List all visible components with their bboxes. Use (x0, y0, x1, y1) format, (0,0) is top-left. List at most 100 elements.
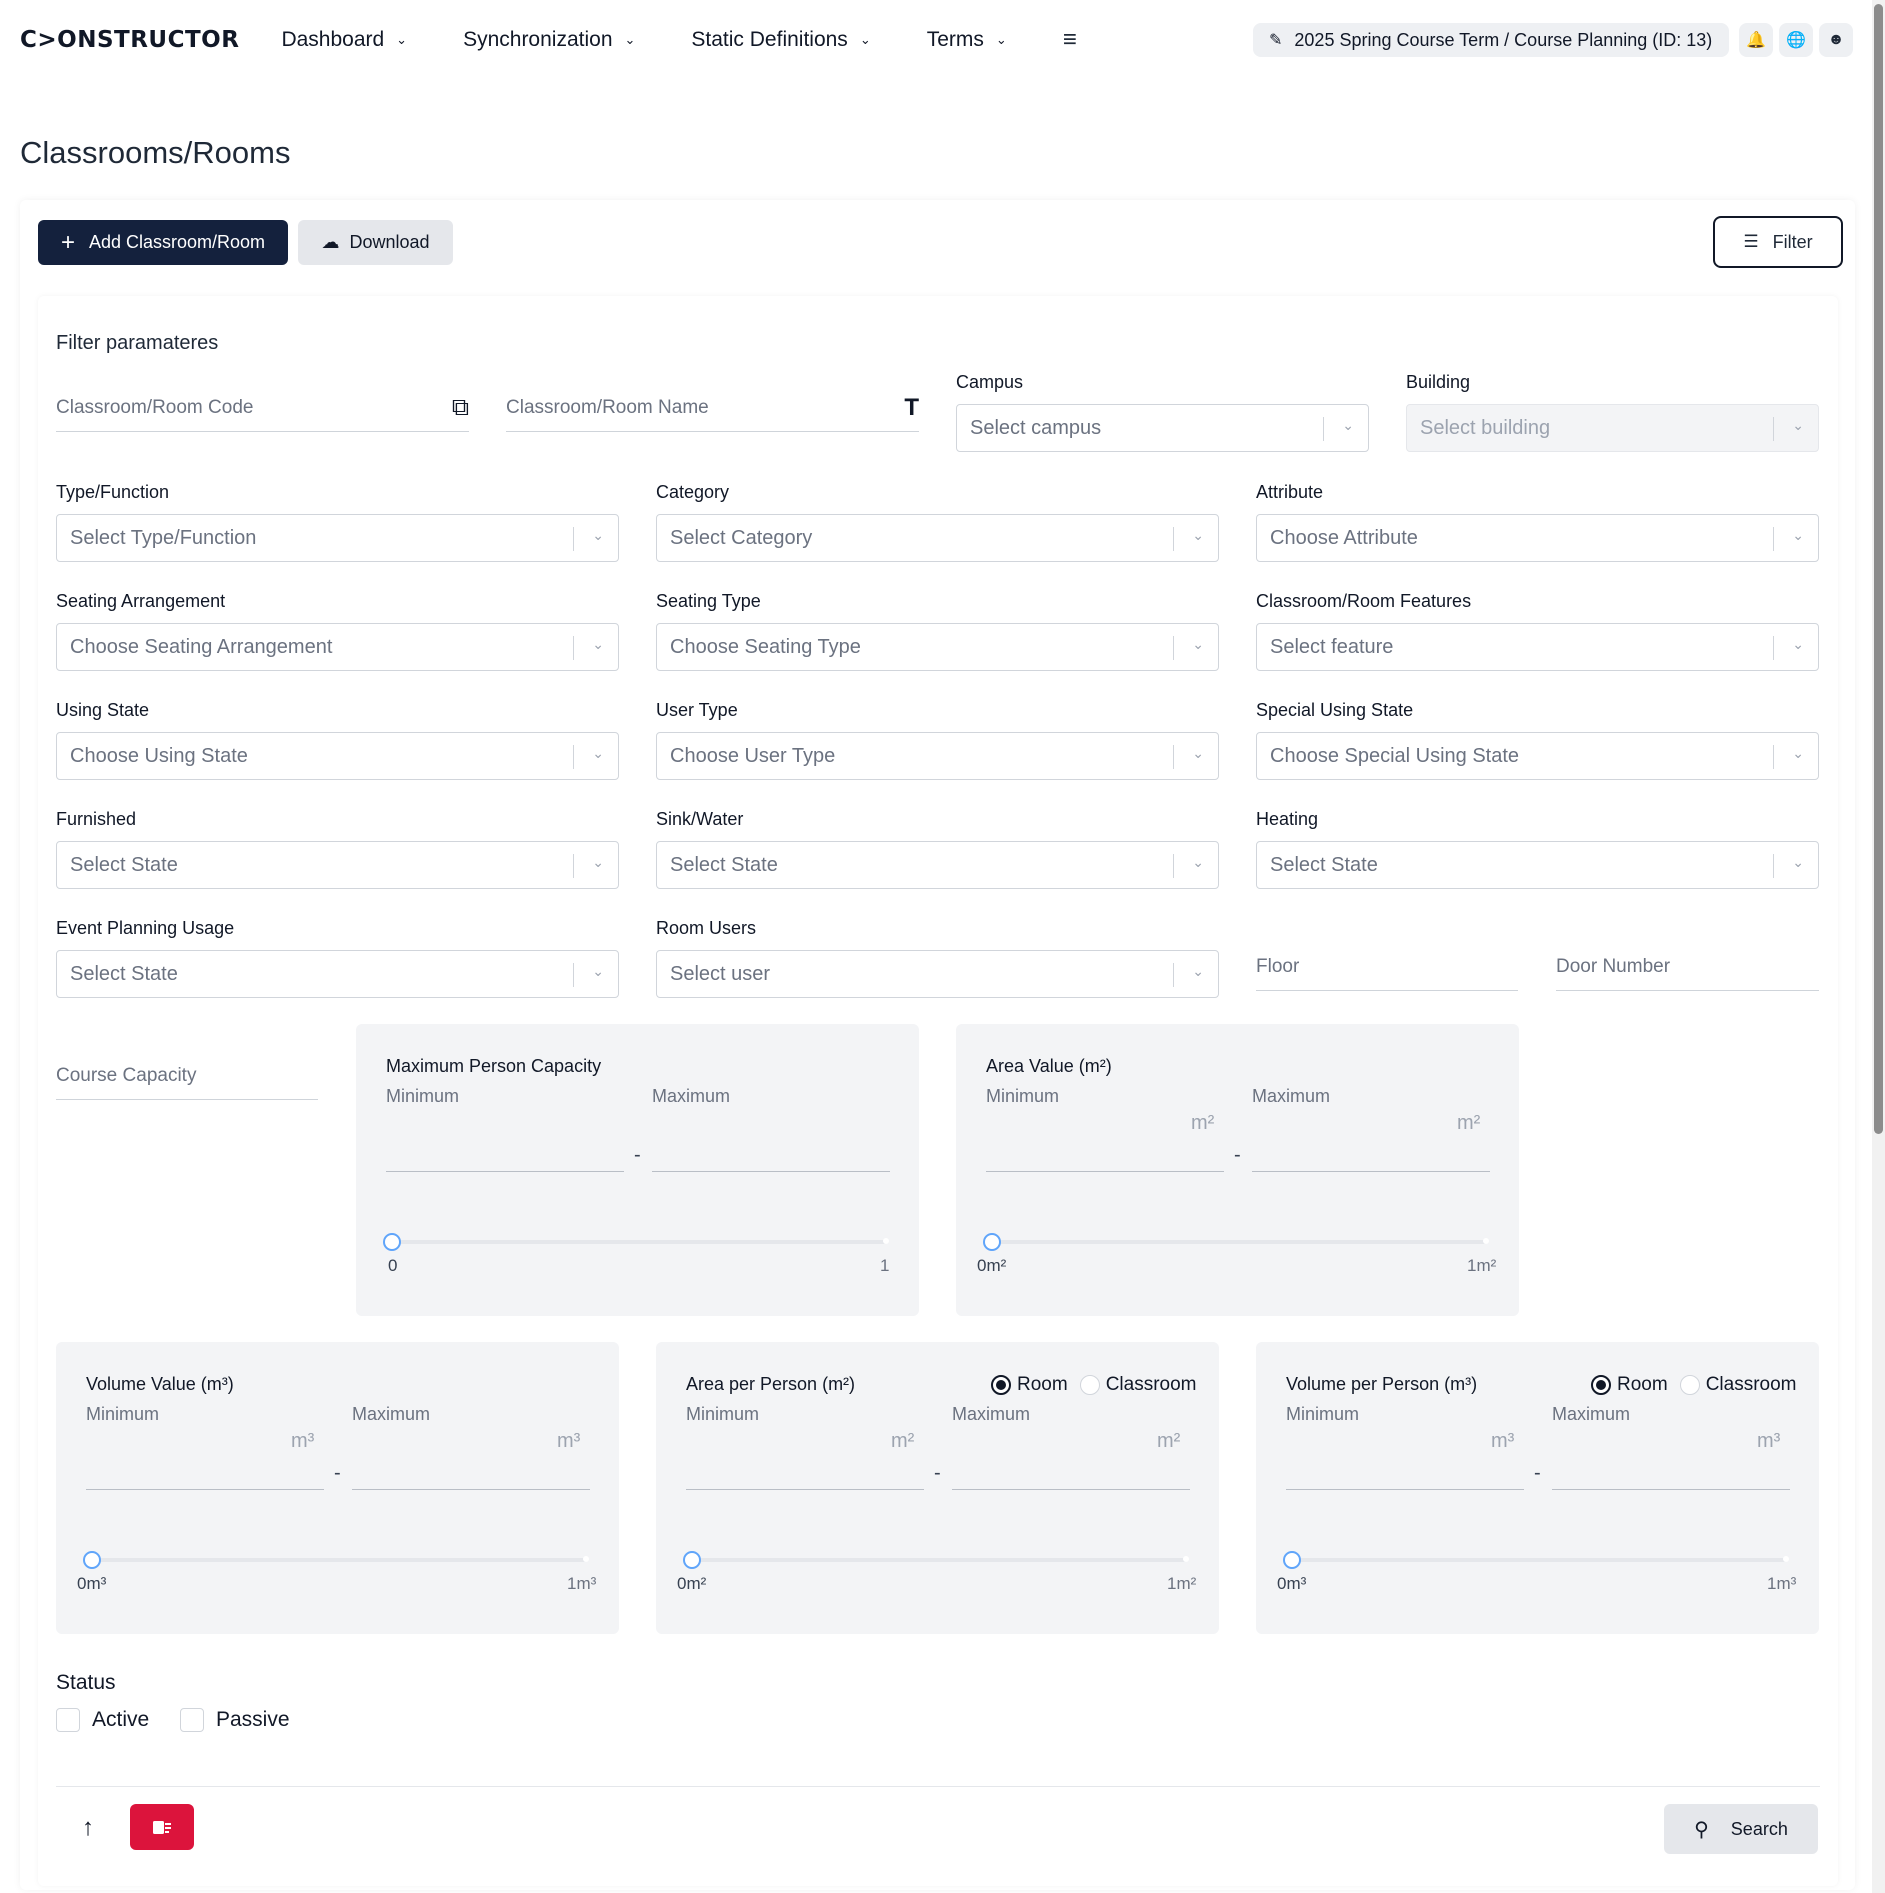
nav-terms[interactable]: Terms ⌄ (927, 28, 1007, 52)
search-button[interactable]: ⚲ Search (1664, 1804, 1818, 1854)
slider-thumb[interactable] (983, 1233, 1001, 1251)
add-classroom-label: Add Classroom/Room (88, 232, 266, 252)
globe-icon[interactable]: 🌐 (1779, 23, 1813, 57)
features-select[interactable]: Select feature ⌄ (1256, 623, 1819, 671)
slider-thumb[interactable] (683, 1551, 701, 1569)
scrollbar[interactable] (1872, 0, 1885, 1893)
event-usage-select[interactable]: Select State ⌄ (56, 950, 619, 998)
furnished-select[interactable]: Select State ⌄ (56, 841, 619, 889)
select-separator (573, 527, 574, 551)
seating-type-select[interactable]: Choose Seating Type ⌄ (656, 623, 1219, 671)
floor-input[interactable]: Floor (1256, 943, 1518, 991)
scrollbar-thumb[interactable] (1874, 4, 1883, 1134)
room-code-input[interactable]: Classroom/Room Code ⧉ (56, 384, 469, 432)
area-title: Area Value (m²) (986, 1056, 1112, 1076)
volume-per-person-title: Volume per Person (m³) (1286, 1374, 1478, 1394)
checkbox-box[interactable] (180, 1708, 204, 1732)
range-dash: - (334, 1462, 341, 1484)
room-name-input[interactable]: Classroom/Room Name T (506, 384, 919, 432)
volume-per-person-min-input[interactable] (1286, 1442, 1524, 1490)
range-dash: - (1234, 1144, 1241, 1166)
campus-select[interactable]: Select campus ⌄ (956, 404, 1369, 452)
slider-track[interactable] (692, 1558, 1188, 1562)
footer-divider (56, 1786, 1820, 1787)
passive-checkbox[interactable]: Passive (180, 1708, 290, 1732)
nav-synchronization-label: Synchronization (463, 28, 613, 51)
classroom-radio[interactable] (1679, 1375, 1700, 1395)
area-min-input[interactable] (986, 1124, 1224, 1172)
user-type-select[interactable]: Choose User Type ⌄ (656, 732, 1219, 780)
passive-checkbox-label: Passive (216, 1708, 290, 1731)
unit-label: m² (891, 1430, 915, 1452)
user-icon[interactable]: ☻ (1819, 23, 1853, 57)
volume-max-input[interactable] (352, 1442, 590, 1490)
search-label: Search (1730, 1818, 1788, 1839)
arrow-up-icon[interactable]: ↑ (68, 1806, 108, 1850)
slider-track[interactable] (992, 1240, 1488, 1244)
sink-select[interactable]: Select State ⌄ (656, 841, 1219, 889)
edit-icon: ✎ (1269, 32, 1283, 49)
term-selector[interactable]: ✎ 2025 Spring Course Term / Course Plann… (1253, 23, 1729, 57)
type-select[interactable]: Select Type/Function ⌄ (56, 514, 619, 562)
chevron-down-icon: ⌄ (1192, 854, 1204, 870)
door-number-input[interactable]: Door Number (1556, 943, 1819, 991)
slider-thumb[interactable] (1283, 1551, 1301, 1569)
menu-icon[interactable]: ≡ (1063, 26, 1077, 54)
volume-value-range: Volume Value (m³) Minimum Maximum m³ - m… (56, 1342, 619, 1634)
room-radio[interactable] (1591, 1375, 1611, 1395)
active-checkbox[interactable]: Active (56, 1708, 149, 1732)
event-usage-label: Event Planning Usage (56, 918, 235, 938)
heating-label: Heating (1256, 809, 1319, 829)
slider-thumb[interactable] (383, 1233, 401, 1251)
chevron-down-icon: ⌄ (1792, 854, 1804, 870)
using-state-select[interactable]: Choose Using State ⌄ (56, 732, 619, 780)
attribute-placeholder: Choose Attribute (1270, 526, 1418, 549)
area-per-person-min-input[interactable] (686, 1442, 924, 1490)
sink-label: Sink/Water (656, 809, 744, 829)
nav-static-definitions[interactable]: Static Definitions ⌄ (691, 28, 870, 52)
course-capacity-input[interactable]: Course Capacity (56, 1052, 318, 1100)
room-radio[interactable] (991, 1375, 1011, 1395)
filter-label: Filter (1772, 231, 1813, 252)
nav-synchronization[interactable]: Synchronization ⌄ (463, 28, 635, 52)
volume-per-person-max-input[interactable] (1552, 1442, 1790, 1490)
slider-track[interactable] (92, 1558, 588, 1562)
slider-track[interactable] (392, 1240, 888, 1244)
attribute-select[interactable]: Choose Attribute ⌄ (1256, 514, 1819, 562)
checkbox-box[interactable] (56, 1708, 80, 1732)
user-type-placeholder: Choose User Type (670, 744, 836, 767)
slider-low-label: 0m² (977, 1256, 1007, 1275)
slider-high-label: 1m³ (567, 1574, 597, 1593)
range-dash: - (934, 1462, 941, 1484)
clear-filters-button[interactable] (130, 1804, 194, 1850)
select-separator (1173, 527, 1174, 551)
volume-min-input[interactable] (86, 1442, 324, 1490)
slider-high-label: 1m³ (1767, 1574, 1797, 1593)
download-button[interactable]: ☁ Download (298, 220, 453, 265)
area-per-person-max-input[interactable] (952, 1442, 1190, 1490)
filter-button[interactable]: ☰ Filter (1713, 216, 1843, 268)
slider-thumb[interactable] (83, 1551, 101, 1569)
special-using-state-label: Special Using State (1256, 700, 1414, 720)
bell-icon[interactable]: 🔔 (1739, 23, 1773, 57)
classroom-radio[interactable] (1079, 1375, 1100, 1395)
building-select[interactable]: Select building ⌄ (1406, 404, 1819, 452)
app-logo[interactable]: C>ONSTRUCTOR (20, 27, 239, 53)
category-select[interactable]: Select Category ⌄ (656, 514, 1219, 562)
max-person-max-input[interactable] (652, 1124, 890, 1172)
select-separator (1173, 963, 1174, 987)
special-using-state-select[interactable]: Choose Special Using State ⌄ (1256, 732, 1819, 780)
chevron-down-icon: ⌄ (624, 32, 636, 47)
area-max-input[interactable] (1252, 1124, 1490, 1172)
max-person-min-input[interactable] (386, 1124, 624, 1172)
room-users-select[interactable]: Select user ⌄ (656, 950, 1219, 998)
add-classroom-button[interactable]: + Add Classroom/Room (38, 220, 288, 265)
nav-dashboard[interactable]: Dashboard ⌄ (281, 28, 407, 52)
slider-end (1783, 1556, 1789, 1562)
seating-arrangement-select[interactable]: Choose Seating Arrangement ⌄ (56, 623, 619, 671)
filter-icon: ☰ (1743, 232, 1759, 251)
heating-select[interactable]: Select State ⌄ (1256, 841, 1819, 889)
using-state-placeholder: Choose Using State (70, 744, 248, 767)
heating-placeholder: Select State (1270, 853, 1378, 876)
slider-track[interactable] (1292, 1558, 1788, 1562)
